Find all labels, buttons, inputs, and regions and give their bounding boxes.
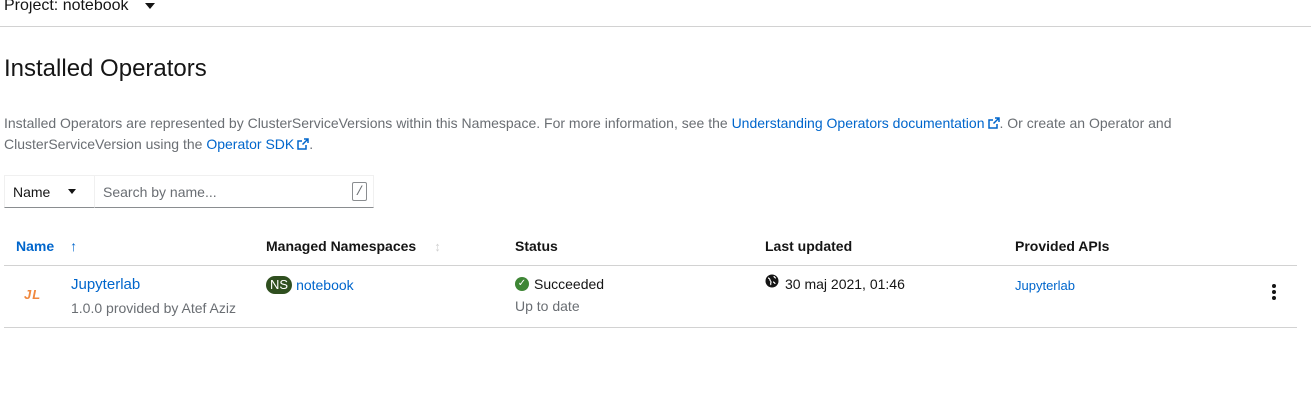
- last-updated-cell: 30 maj 2021, 01:46: [765, 274, 905, 292]
- search-input[interactable]: [95, 176, 373, 207]
- status-subtext: Up to date: [515, 298, 580, 314]
- operators-table: Name ↑ Managed Namespaces ↕ Status Last …: [4, 228, 1297, 328]
- namespace-link[interactable]: notebook: [296, 277, 354, 293]
- table-row: JL Jupyterlab 1.0.0 provided by Atef Azi…: [4, 266, 1297, 328]
- caret-down-icon: [144, 3, 155, 9]
- kebab-dot: [1272, 290, 1276, 294]
- column-header-last-updated: Last updated: [765, 238, 852, 254]
- table-header: Name ↑ Managed Namespaces ↕ Status Last …: [4, 228, 1297, 266]
- column-header-status-label: Status: [515, 238, 558, 254]
- globe-icon: [765, 274, 779, 288]
- arrow-up-icon: ↑: [70, 238, 78, 254]
- column-header-status: Status: [515, 238, 558, 254]
- status-cell: ✓ Succeeded Up to date: [515, 276, 604, 314]
- operator-sdk-link[interactable]: Operator SDK: [206, 136, 310, 152]
- column-header-provided-apis: Provided APIs: [1015, 238, 1109, 254]
- understanding-operators-link-label: Understanding Operators documentation: [731, 115, 985, 131]
- kebab-dot: [1272, 296, 1276, 300]
- keyboard-shortcut-hint: /: [352, 182, 367, 201]
- search-box: /: [95, 175, 374, 208]
- column-header-provided-apis-label: Provided APIs: [1015, 238, 1110, 254]
- column-header-managed-namespaces[interactable]: Managed Namespaces ↕: [266, 238, 441, 254]
- external-link-icon: [987, 117, 1000, 129]
- filter-type-label: Name: [13, 183, 51, 200]
- filter-toolbar: Name /: [4, 175, 374, 208]
- namespace-badge: NS: [266, 276, 293, 294]
- operator-logo: JL: [24, 287, 42, 302]
- column-header-last-updated-label: Last updated: [765, 238, 853, 254]
- column-header-managed-namespaces-label: Managed Namespaces: [266, 238, 417, 254]
- provided-api-link[interactable]: Jupyterlab: [1015, 278, 1075, 293]
- filter-type-dropdown[interactable]: Name: [4, 175, 95, 208]
- external-link-icon: [297, 138, 310, 150]
- page-description: Installed Operators are represented by C…: [4, 113, 1204, 155]
- project-selector-label: Project: notebook: [4, 0, 129, 14]
- caret-down-icon: [68, 189, 77, 194]
- status-main: ✓ Succeeded: [515, 276, 604, 292]
- operator-provider: 1.0.0 provided by Atef Aziz: [71, 300, 236, 316]
- project-selector[interactable]: Project: notebook: [4, 0, 155, 15]
- project-bar: Project: notebook: [0, 0, 1311, 27]
- kebab-icon[interactable]: [1266, 282, 1282, 302]
- description-text-1: Installed Operators are represented by C…: [4, 115, 732, 131]
- column-header-name[interactable]: Name ↑: [16, 238, 77, 254]
- last-updated-text: 30 maj 2021, 01:46: [785, 276, 905, 292]
- column-header-name-label: Name: [16, 238, 55, 254]
- sort-icon: ↕: [434, 238, 441, 254]
- kebab-dot: [1272, 284, 1276, 288]
- check-circle-icon: ✓: [515, 277, 529, 291]
- managed-namespace-cell: NS notebook: [266, 276, 354, 294]
- description-text-3: .: [309, 136, 314, 152]
- operator-name-link[interactable]: Jupyterlab: [71, 276, 140, 293]
- page-title: Installed Operators: [4, 55, 207, 82]
- status-text: Succeeded: [534, 276, 605, 292]
- understanding-operators-link[interactable]: Understanding Operators documentation: [732, 115, 1000, 131]
- operator-sdk-link-label: Operator SDK: [206, 136, 295, 152]
